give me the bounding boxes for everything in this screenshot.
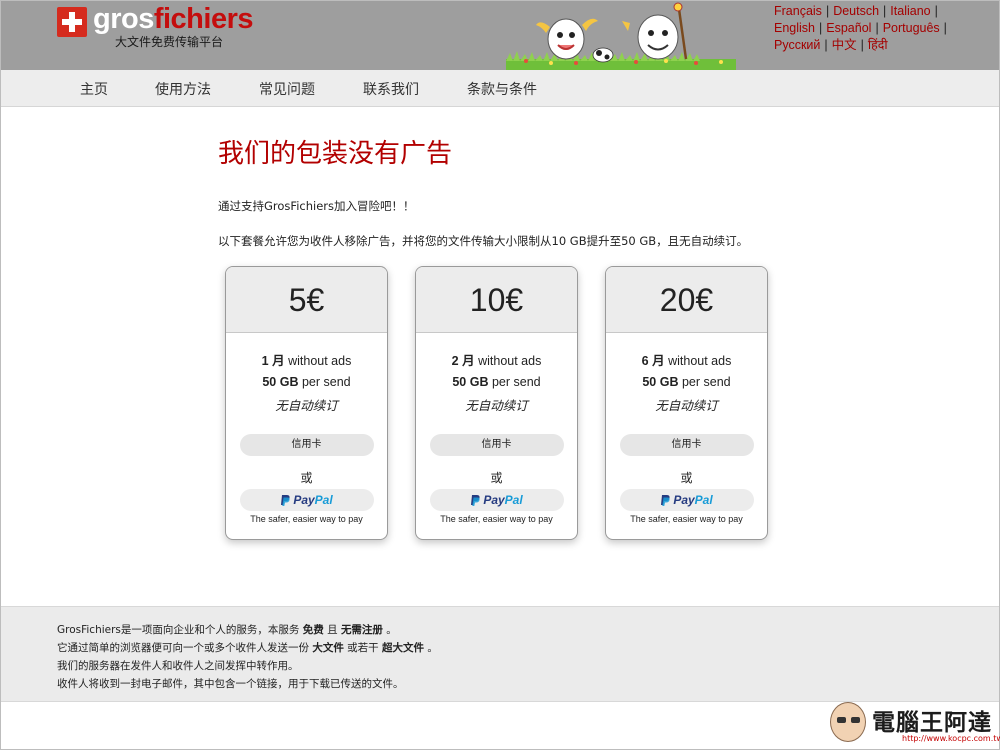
lang-link-ru[interactable]: Русский	[774, 38, 820, 52]
paypal-tagline: The safer, easier way to pay	[440, 514, 553, 524]
swiss-cross-icon	[57, 7, 87, 37]
mascot-illustration	[506, 2, 736, 70]
credit-card-button[interactable]: 信用卡	[429, 434, 564, 456]
or-label: 或	[490, 471, 503, 485]
plans-description: 以下套餐允许您为收件人移除广告，并将您的文件传输大小限制从10 GB提升至50 …	[218, 234, 749, 248]
lang-link-fr[interactable]: Français	[774, 4, 822, 18]
nav-item-contact[interactable]: 联系我们	[363, 79, 419, 99]
plan-price: 20€	[606, 267, 767, 333]
page-title: 我们的包装没有广告	[218, 139, 453, 169]
lang-link-es[interactable]: Español	[826, 21, 871, 35]
credit-card-button[interactable]: 信用卡	[239, 434, 374, 456]
lang-link-it[interactable]: Italiano	[890, 4, 930, 18]
watermark-url: http://www.kocpc.com.tw	[902, 734, 1000, 743]
plan-renewal: 无自动续订	[275, 399, 338, 413]
language-selector: Français | Deutsch | Italiano | English | Españ…	[774, 4, 947, 52]
site-header: grosfichiers 大文件免费传输平台 Français | Deutsch |…	[1, 1, 999, 70]
main-nav: 主页 使用方法 常见问题 联系我们 条款与条件	[1, 70, 999, 107]
footer-line-3: 我们的服务器在发件人和收件人之间发挥中转作用。	[57, 660, 299, 672]
intro-text: 通过支持GrosFichiers加入冒险吧！！	[218, 199, 415, 213]
nav-item-terms[interactable]: 条款与条件	[467, 79, 537, 99]
plan-card-2: 10€ 2 月 without ads 50 GB per send 无自动续订…	[415, 266, 578, 540]
paypal-button[interactable]: PayPal	[619, 489, 754, 511]
plan-duration: 2 月 without ads	[451, 354, 542, 368]
footer-line-2: 它通过简单的浏览器便可向一个或多个收件人发送一份 大文件 或若干 超大文件 。	[57, 642, 438, 654]
footer-line-4: 收件人将收到一封电子邮件，其中包含一个链接，用于下载已传送的文件。	[57, 678, 404, 690]
lang-link-pt[interactable]: Português	[883, 21, 940, 35]
paypal-icon	[281, 494, 290, 506]
plan-size: 50 GB per send	[262, 375, 351, 389]
watermark-text: 電腦王阿達	[872, 710, 992, 736]
plan-card-1: 5€ 1 月 without ads 50 GB per send 无自动续订 …	[225, 266, 388, 540]
site-footer: GrosFichiers是一项面向企业和个人的服务，本服务 免费 且 无需注册 …	[1, 606, 999, 702]
credit-card-button[interactable]: 信用卡	[619, 434, 754, 456]
logo-subtitle: 大文件免费传输平台	[115, 35, 224, 49]
lang-link-de[interactable]: Deutsch	[833, 4, 879, 18]
paypal-icon	[661, 494, 670, 506]
nav-item-faq[interactable]: 常见问题	[259, 79, 315, 99]
plan-price: 5€	[226, 267, 387, 333]
plan-card-3: 20€ 6 月 without ads 50 GB per send 无自动续订…	[605, 266, 768, 540]
plan-duration: 1 月 without ads	[261, 354, 352, 368]
lang-link-hi[interactable]: हिंदी	[868, 38, 888, 52]
lang-link-zh[interactable]: 中文	[832, 38, 857, 52]
paypal-button[interactable]: PayPal	[429, 489, 564, 511]
plan-size: 50 GB per send	[642, 375, 731, 389]
nav-item-home[interactable]: 主页	[80, 79, 108, 99]
paypal-tagline: The safer, easier way to pay	[250, 514, 363, 524]
paypal-icon	[471, 494, 480, 506]
nav-item-how-to-use[interactable]: 使用方法	[155, 79, 211, 99]
site-logo[interactable]: grosfichiers 大文件免费传输平台	[57, 3, 257, 51]
plan-renewal: 无自动续订	[655, 399, 718, 413]
logo-wordmark: grosfichiers	[93, 3, 254, 35]
plan-renewal: 无自动续订	[465, 399, 528, 413]
plan-duration: 6 月 without ads	[641, 354, 732, 368]
lang-link-en[interactable]: English	[774, 21, 815, 35]
plan-size: 50 GB per send	[452, 375, 541, 389]
plan-price: 10€	[416, 267, 577, 333]
paypal-tagline: The safer, easier way to pay	[630, 514, 743, 524]
footer-line-1: GrosFichiers是一项面向企业和个人的服务，本服务 免费 且 无需注册 …	[57, 624, 397, 636]
or-label: 或	[680, 471, 693, 485]
watermark-face-icon	[830, 702, 866, 742]
paypal-button[interactable]: PayPal	[239, 489, 374, 511]
or-label: 或	[300, 471, 313, 485]
watermark: 電腦王阿達 http://www.kocpc.com.tw	[828, 700, 1000, 748]
